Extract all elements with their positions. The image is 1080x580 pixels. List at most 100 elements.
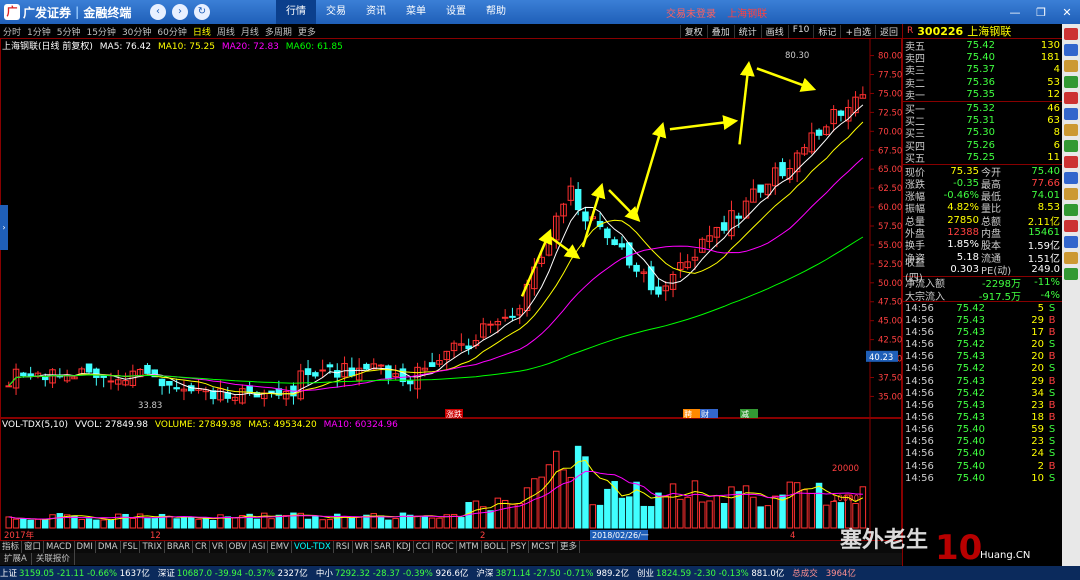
minimize-button[interactable]: — [1002, 6, 1028, 19]
indicator-tab[interactable]: BRAR [165, 541, 194, 553]
menu-menu[interactable]: 菜单 [396, 0, 436, 24]
refresh-icon[interactable]: ↻ [194, 4, 210, 20]
indicator-tab[interactable]: DMI [75, 541, 96, 553]
period-15min[interactable]: 15分钟 [83, 25, 118, 38]
tool-icon-11[interactable] [1064, 188, 1078, 200]
tool-icon-5[interactable] [1064, 92, 1078, 104]
trade-login-status[interactable]: 交易未登录 [666, 9, 716, 20]
indicator-tab[interactable]: MACD [44, 541, 75, 553]
indicator-tab[interactable]: ASI [250, 541, 269, 553]
volume-bar [662, 495, 669, 529]
tab-related-quotes[interactable]: 关联报价 [32, 553, 75, 565]
indicator-tab[interactable]: SAR [372, 541, 395, 553]
tool-icon-3[interactable] [1064, 60, 1078, 72]
legend-ma5: MA5: 76.42 [99, 42, 152, 52]
maximize-button[interactable]: ❐ [1028, 6, 1054, 19]
indicator-tab[interactable]: TRIX [140, 541, 165, 553]
menu-news[interactable]: 资讯 [356, 0, 396, 24]
index-item[interactable]: 深证 10687.0 -39.94 -0.37% 2327亿 [158, 567, 308, 579]
forward-icon[interactable]: › [172, 4, 188, 20]
tick-list[interactable]: 14:56 75.42 5 S 14:56 75.43 29 B 14:56 75.43 17 B 14… [903, 301, 1062, 484]
tool-f10[interactable]: F10 [787, 24, 814, 38]
volume-bar [574, 445, 582, 529]
indicator-tab[interactable]: 窗口 [22, 541, 45, 553]
period-60min[interactable]: 60分钟 [154, 25, 189, 38]
tool-add-watchlist[interactable]: +自选 [840, 24, 875, 38]
kline-chart[interactable]: 80.00 77.50 75.00 72.50 70.00 67.50 65.00 62.50… [0, 38, 902, 419]
tool-icon-8[interactable] [1064, 140, 1078, 152]
period-daily[interactable]: 日线 [190, 25, 214, 38]
menu-help[interactable]: 帮助 [476, 0, 516, 24]
menu-quotes[interactable]: 行情 [276, 0, 316, 24]
period-multi[interactable]: 多周期 [262, 25, 295, 38]
trade-status[interactable]: 交易未登录 上海钢联 [666, 5, 767, 20]
tool-icon-6[interactable] [1064, 108, 1078, 120]
indicator-tab[interactable]: BOLL [482, 541, 509, 553]
period-toolbar: 分时 1分钟 5分钟 15分钟 30分钟 60分钟 日线 周线 月线 多周期 更… [0, 24, 902, 38]
tool-icon-2[interactable] [1064, 44, 1078, 56]
tool-icon-7[interactable] [1064, 124, 1078, 136]
tool-icon-14[interactable] [1064, 236, 1078, 248]
tool-icon-12[interactable] [1064, 204, 1078, 216]
index-item[interactable]: 上证 3159.05 -21.11 -0.66% 1637亿 [0, 567, 150, 579]
period-intraday[interactable]: 分时 [0, 25, 24, 38]
index-item[interactable]: 创业 1824.59 -2.30 -0.13% 881.0亿 [637, 567, 784, 579]
indicator-tab[interactable]: WR [353, 541, 372, 553]
tick-row: 14:56 75.42 34 S [903, 387, 1062, 399]
period-monthly[interactable]: 月线 [238, 25, 262, 38]
tool-icon-10[interactable] [1064, 172, 1078, 184]
indicator-tab[interactable]: 更多 [558, 541, 581, 553]
tool-icon-16[interactable] [1064, 268, 1078, 280]
indicator-tab[interactable]: ROC [433, 541, 457, 553]
tool-icon-4[interactable] [1064, 76, 1078, 88]
main-menu: 行情 交易 资讯 菜单 设置 帮助 [276, 0, 516, 24]
tool-mark[interactable]: 标记 [813, 24, 840, 38]
menu-trade[interactable]: 交易 [316, 0, 356, 24]
tool-draw[interactable]: 画线 [760, 24, 788, 38]
kline-svg[interactable]: 80.00 77.50 75.00 72.50 70.00 67.50 65.00 62.50… [0, 38, 902, 419]
book-row[interactable]: 买五 75.25 11 [903, 152, 1062, 165]
indicator-tab[interactable]: CCI [414, 541, 434, 553]
index-item[interactable]: 沪深 3871.14 -27.50 -0.71% 989.2亿 [476, 567, 629, 579]
indicator-tab[interactable]: KDJ [394, 541, 414, 553]
indicator-tab[interactable]: DMA [96, 541, 121, 553]
indicator-tab[interactable]: FSL [121, 541, 141, 553]
tool-icon-1[interactable] [1064, 28, 1078, 40]
indicator-tab[interactable]: RSI [334, 541, 353, 553]
period-1min[interactable]: 1分钟 [24, 25, 54, 38]
tool-icon-9[interactable] [1064, 156, 1078, 168]
indicator-tab[interactable]: OBV [227, 541, 250, 553]
indicator-tab[interactable]: VOL-TDX [292, 541, 334, 553]
volume-svg[interactable]: 20000100002017年122342018/02/26/一 [0, 418, 902, 541]
book-volume: 4 [1053, 64, 1060, 76]
period-weekly[interactable]: 周线 [214, 25, 238, 38]
tool-adjust[interactable]: 复权 [679, 24, 707, 38]
indicator-tab[interactable]: PSY [508, 541, 530, 553]
indicator-tab[interactable]: 指标 [0, 541, 23, 553]
close-button[interactable]: ✕ [1054, 6, 1080, 19]
indicator-tab[interactable]: MTM [457, 541, 482, 553]
tab-extend-a[interactable]: 扩展A [0, 553, 32, 565]
tool-back[interactable]: 返回 [874, 24, 902, 38]
index-item[interactable]: 中小 7292.32 -28.37 -0.39% 926.6亿 [316, 567, 469, 579]
tool-stats[interactable]: 统计 [733, 24, 761, 38]
tick-time: 14:56 [905, 424, 934, 436]
indicator-tab[interactable]: MCST [529, 541, 559, 553]
tool-icon-13[interactable] [1064, 220, 1078, 232]
side-collapse-handle[interactable]: › [0, 205, 8, 250]
tool-overlay[interactable]: 叠加 [706, 24, 734, 38]
period-more[interactable]: 更多 [295, 25, 319, 38]
volume-bar [823, 504, 830, 529]
period-5min[interactable]: 5分钟 [54, 25, 84, 38]
quote-value: 1.51亿 [1027, 253, 1060, 265]
menu-settings[interactable]: 设置 [436, 0, 476, 24]
indicator-tab[interactable]: VR [210, 541, 227, 553]
book-row[interactable]: 卖一 75.35 12 [903, 89, 1062, 102]
tool-icon-15[interactable] [1064, 252, 1078, 264]
indicator-tab[interactable]: CR [193, 541, 210, 553]
period-30min[interactable]: 30分钟 [119, 25, 154, 38]
indicator-tab[interactable]: EMV [268, 541, 292, 553]
volume-chart[interactable]: 20000100002017年122342018/02/26/一 VOL-TDX… [0, 418, 902, 541]
volume-bar [385, 519, 392, 529]
back-icon[interactable]: ‹ [150, 4, 166, 20]
